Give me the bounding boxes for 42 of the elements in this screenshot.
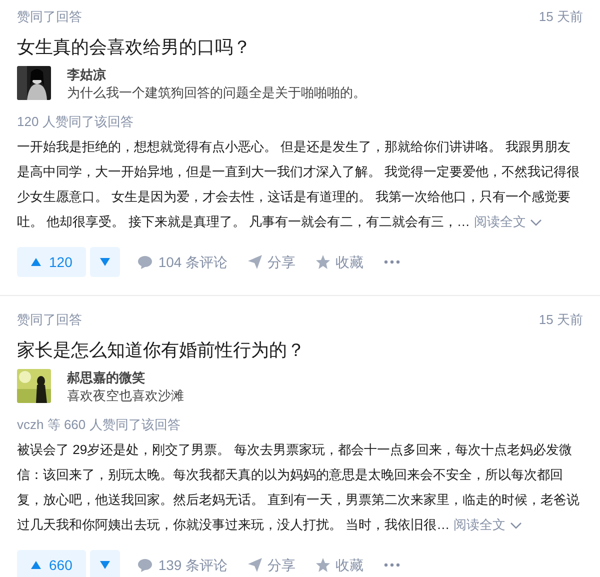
star-icon (316, 255, 330, 269)
more-button[interactable] (384, 563, 400, 567)
upvote-button[interactable]: 120 (17, 247, 86, 277)
share-button[interactable]: 分享 (248, 252, 296, 272)
vote-info: vczh 等 660 人赞同了该回答 (17, 416, 182, 434)
question-title[interactable]: 家长是怎么知道你有婚前性行为的？ (17, 338, 583, 362)
answer-excerpt: 一开始我是拒绝的，想想就觉得有点小恶心。 但是还是发生了，那就给你们讲讲咯。 我跟男朋友是高中同学，大一开始异地，但是一直到大一我们才深入了解。 我觉得一定要爱他，不然我记得很少女生愿意口。 女生是因为爱，才会去性，这话是有道理的。 我第一次给他口，只有一个感觉要吐。 他却很享受。 接下来就是真理了。 凡事有一就会有二，有二就会有三，… 阅读全文 (17, 138, 581, 231)
ellipsis-icon (384, 563, 400, 567)
author-name[interactable]: 郝思嘉的微笑 (67, 368, 184, 386)
favorite-button[interactable]: 收藏 (316, 252, 364, 272)
speech-bubble-icon (138, 256, 152, 268)
author-bio: 为什么我一个建筑狗回答的问题全是关于啪啪啪的。 (67, 84, 366, 102)
share-button[interactable]: 分享 (248, 554, 296, 576)
triangle-down-icon (100, 258, 110, 266)
timestamp: 15 天前 (538, 311, 583, 329)
comments-button[interactable]: 139 条评论 (138, 554, 228, 576)
author-bio: 喜欢夜空也喜欢沙滩 (67, 386, 184, 404)
paper-plane-icon (248, 255, 262, 269)
answer-excerpt: 被误会了 29岁还是处，刚交了男票。 每次去男票家玩，都会十一点多回来，每次十点老妈必发微信：该回来了，别玩太晚。每次我都天真的以为妈妈的意思是太晚回来会不安全，所以每次都回复，放心吧，他送我回家。然后老妈无话。 直到有一天，男票第二次来家里，临走的时候，老爸说过几天我和你阿姨出去玩，你就没事过来玩，没人打扰。 当时，我依旧很… 阅读全文 (17, 441, 581, 534)
triangle-up-icon (31, 561, 41, 569)
vote-info: 120 人赞同了该回答 (17, 112, 134, 130)
triangle-up-icon (31, 258, 41, 266)
question-title[interactable]: 女生真的会喜欢给男的口吗？ (17, 34, 583, 58)
upvote-button[interactable]: 660 (17, 550, 86, 577)
downvote-button[interactable] (90, 247, 120, 277)
read-more-link[interactable]: 阅读全文 (474, 214, 542, 229)
timestamp: 15 天前 (538, 8, 583, 26)
read-more-link[interactable]: 阅读全文 (454, 517, 522, 532)
chevron-down-icon (510, 522, 522, 530)
downvote-button[interactable] (90, 550, 120, 577)
activity-label: 赞同了回答 (17, 311, 82, 329)
chevron-down-icon (530, 218, 542, 227)
favorite-button[interactable]: 收藏 (316, 554, 364, 576)
triangle-down-icon (100, 561, 110, 569)
activity-label: 赞同了回答 (17, 8, 82, 26)
comments-button[interactable]: 104 条评论 (138, 252, 228, 272)
ellipsis-icon (384, 260, 400, 264)
more-button[interactable] (384, 260, 400, 264)
star-icon (316, 558, 330, 572)
author-name[interactable]: 李姑凉 (67, 66, 366, 84)
speech-bubble-icon (138, 558, 152, 572)
paper-plane-icon (248, 558, 262, 572)
